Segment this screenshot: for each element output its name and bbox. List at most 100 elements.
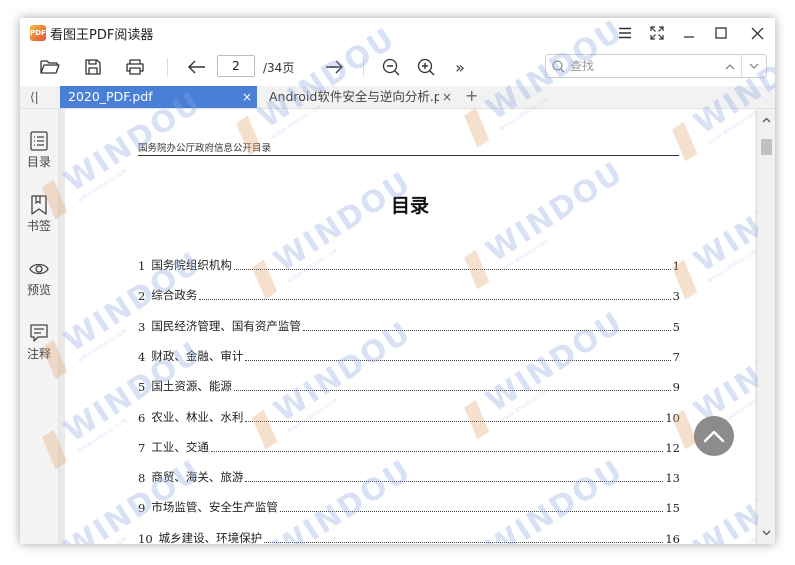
bookmark-icon xyxy=(31,195,47,215)
sidebar-item-label: 书签 xyxy=(26,219,51,233)
toc-entry-title: 财政、金融、审计 xyxy=(151,348,244,363)
scroll-up-button[interactable] xyxy=(758,112,775,128)
previous-page-button[interactable] xyxy=(183,54,211,80)
arrow-left-icon xyxy=(188,60,205,74)
toc-entry-title: 综合政务 xyxy=(151,288,198,303)
pdf-page: 国务院办公厅政府信息公开目录 目录 1 国务院组织机构 1 2 综合政务 3 3 国民经济管理… xyxy=(65,109,755,544)
toc-row[interactable]: 4 财政、金融、审计 7 xyxy=(138,348,680,364)
maximize-button[interactable] xyxy=(706,22,736,44)
document-viewer[interactable]: 国务院办公厅政府信息公开目录 目录 1 国务院组织机构 1 2 综合政务 3 3 国民经济管理… xyxy=(59,109,775,544)
toolbar-divider xyxy=(363,58,364,76)
sidebar-item-label: 预览 xyxy=(26,283,51,297)
toc-number: 2 xyxy=(138,289,146,304)
toc-entry-title: 国务院组织机构 xyxy=(151,258,232,272)
back-to-top-button[interactable] xyxy=(694,416,734,456)
toc-number: 1 xyxy=(138,259,146,273)
search-previous-button[interactable] xyxy=(722,58,738,74)
toc-page-number: 1 xyxy=(672,259,680,273)
zoom-out-button[interactable] xyxy=(377,54,405,80)
toc-row[interactable]: 7 工业、交通 12 xyxy=(138,439,680,455)
toolbar-divider xyxy=(167,58,168,76)
toc-page-number: 16 xyxy=(665,531,680,544)
toc-page-number: 3 xyxy=(672,289,680,304)
sidebar-item-bookmarks[interactable]: 书签 xyxy=(20,195,58,245)
expand-icon xyxy=(650,26,664,40)
more-tools-button[interactable]: » xyxy=(446,54,474,80)
zoom-in-button[interactable] xyxy=(412,54,440,80)
toc-leader-dots xyxy=(233,390,671,392)
sidebar-item-label: 注释 xyxy=(26,347,51,361)
toc-entry-title: 城乡建设、环境保护 xyxy=(158,530,263,544)
search-input[interactable] xyxy=(570,58,720,74)
toc-row[interactable]: 2 综合政务 3 xyxy=(138,287,680,303)
app-logo-icon: PDF xyxy=(30,25,46,41)
toc-page-number: 9 xyxy=(672,380,680,395)
tab-scroll-back-button[interactable]: ⟨| xyxy=(30,86,39,108)
zoom-out-icon xyxy=(382,58,400,76)
toc-leader-dots xyxy=(302,329,671,331)
tab-2020-pdf[interactable]: 2020_PDF.pdf × xyxy=(60,86,257,108)
chevron-up-icon xyxy=(725,63,735,69)
header-rule xyxy=(138,155,679,156)
toc-row[interactable]: 5 国土资源、能源 9 xyxy=(138,378,680,394)
close-icon xyxy=(751,27,763,39)
close-tab-button[interactable]: × xyxy=(240,86,254,108)
toc-leader-dots xyxy=(199,299,671,301)
toc-entry-title: 工业、交通 xyxy=(151,439,209,454)
toc-page-number: 13 xyxy=(665,471,680,486)
sidebar-item-annotations[interactable]: 注释 xyxy=(20,323,58,373)
search-next-button[interactable] xyxy=(746,58,762,74)
fullscreen-button[interactable] xyxy=(642,22,672,44)
print-button[interactable] xyxy=(121,54,149,80)
toc-entry-title: 商贸、海关、旅游 xyxy=(151,470,244,485)
list-icon xyxy=(30,131,48,151)
chevron-up-icon xyxy=(703,430,725,442)
search-box xyxy=(545,54,767,78)
toc-row[interactable]: 8 商贸、海关、旅游 13 xyxy=(138,469,680,485)
toc-entry-title: 农业、林业、水利 xyxy=(151,409,244,424)
scroll-down-button[interactable] xyxy=(758,525,775,541)
toc-number: 10 xyxy=(138,531,153,544)
toc-leader-dots xyxy=(264,541,664,543)
toc-row[interactable]: 1 国务院组织机构 1 xyxy=(138,257,680,273)
chevron-down-icon xyxy=(749,63,759,69)
toc-row[interactable]: 3 国民经济管理、国有资产监管 5 xyxy=(138,318,680,334)
tab-label: Android软件安全与逆向分析.pdf xyxy=(269,89,439,104)
close-window-button[interactable] xyxy=(742,22,772,44)
app-title: 看图王PDF阅读器 xyxy=(50,28,154,43)
toc-number: 9 xyxy=(138,501,146,516)
save-icon xyxy=(85,59,101,75)
toc-row[interactable]: 9 市场监管、安全生产监管 15 xyxy=(138,499,680,515)
toc-row[interactable]: 10 城乡建设、环境保护 16 xyxy=(138,530,680,544)
toc-row[interactable]: 6 农业、林业、水利 10 xyxy=(138,409,680,425)
tab-android-pdf[interactable]: Android软件安全与逆向分析.pdf × xyxy=(261,86,456,108)
toc-page-number: 15 xyxy=(665,501,680,516)
sidebar-item-preview[interactable]: 预览 xyxy=(20,259,58,309)
toc-leader-dots xyxy=(233,269,671,270)
open-file-button[interactable] xyxy=(36,54,64,80)
chevron-up-icon xyxy=(762,117,771,123)
menu-button[interactable] xyxy=(610,22,640,44)
vertical-scrollbar[interactable] xyxy=(758,109,775,544)
comment-icon xyxy=(30,324,48,342)
toc-page-number: 12 xyxy=(665,440,680,455)
next-page-button[interactable] xyxy=(320,54,348,80)
toc-leader-dots xyxy=(279,511,664,513)
toc-number: 8 xyxy=(138,471,146,486)
save-button[interactable] xyxy=(79,54,107,80)
toc-entry-title: 市场监管、安全生产监管 xyxy=(151,500,278,515)
close-tab-button[interactable]: × xyxy=(440,86,454,108)
sidebar-item-toc[interactable]: 目录 xyxy=(20,131,58,181)
toc-number: 6 xyxy=(138,410,146,425)
title-bar: PDF 看图王PDF阅读器 xyxy=(20,18,775,48)
new-tab-button[interactable]: + xyxy=(465,85,478,107)
tab-label: 2020_PDF.pdf xyxy=(68,89,153,104)
hamburger-icon xyxy=(619,27,631,39)
scroll-thumb[interactable] xyxy=(761,139,772,155)
toc-page-number: 10 xyxy=(665,410,680,425)
minimize-button[interactable] xyxy=(674,22,704,44)
app-window: PDF 看图王PDF阅读器 2 /34页 » 查找 ⟨| 2020_PDF.pd… xyxy=(20,18,775,544)
page-number-input[interactable] xyxy=(217,55,255,77)
zoom-in-icon xyxy=(417,58,435,76)
minimize-icon xyxy=(684,36,694,38)
